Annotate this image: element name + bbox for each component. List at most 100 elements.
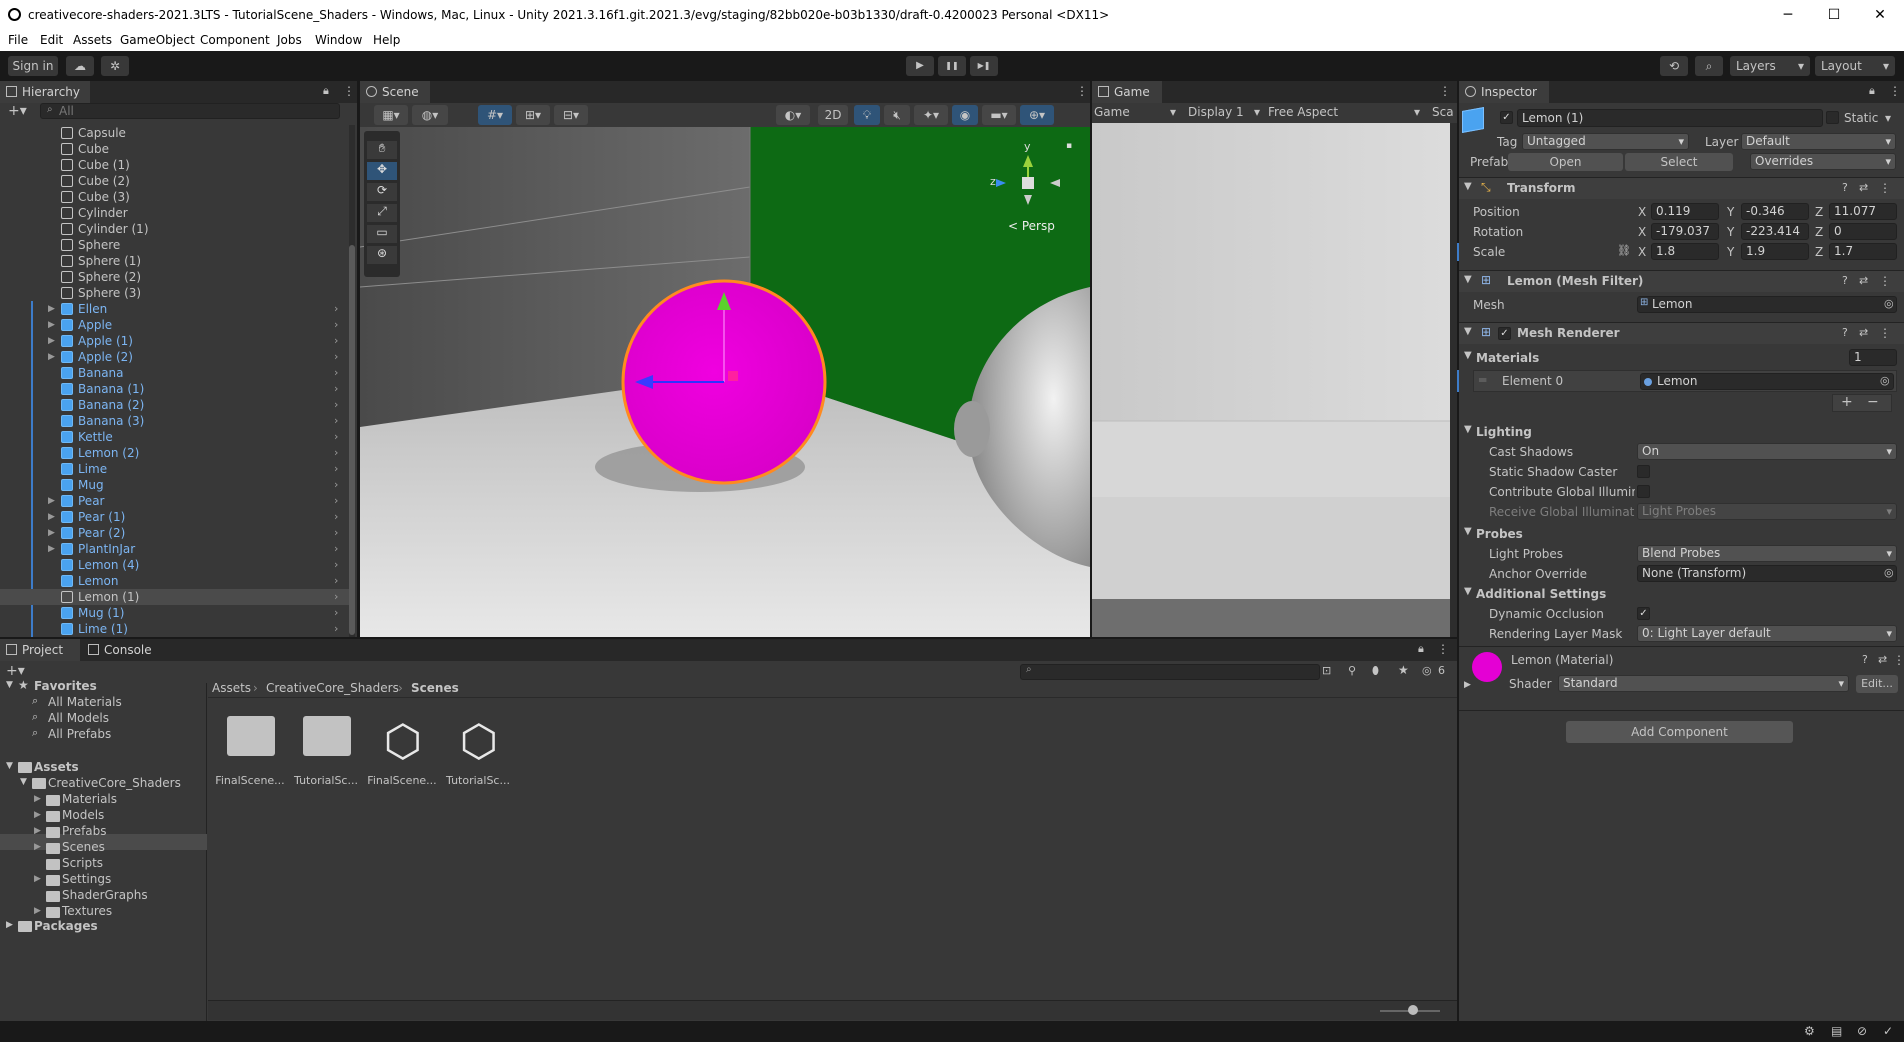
position-label[interactable]: Position [1473, 205, 1520, 219]
camera-orbit-icon[interactable]: ◐▾ [776, 105, 810, 125]
static-checkbox[interactable] [1826, 111, 1839, 124]
scale-y-label[interactable]: Y [1727, 245, 1734, 259]
open-prefab-chevron-icon[interactable]: › [334, 381, 338, 397]
expand-arrow-icon[interactable]: ▶ [48, 541, 55, 557]
prefab-overrides-dropdown[interactable]: Overrides [1750, 153, 1896, 170]
expand-arrow-icon[interactable]: ▶ [48, 349, 55, 365]
grid-icon[interactable]: ⊞▾ [516, 105, 550, 125]
creativecore-folder[interactable]: CreativeCore_Shaders [48, 776, 181, 790]
menu-gameobject[interactable]: GameObject [120, 33, 195, 47]
project-folder-models[interactable]: Models [62, 808, 104, 822]
project-folder-scripts[interactable]: Scripts [62, 856, 103, 870]
expand-arrow-icon[interactable]: ▶ [48, 509, 55, 525]
hierarchy-item[interactable]: Cylinder [0, 205, 350, 221]
rotation-x-field[interactable]: -179.037 [1651, 223, 1719, 240]
hierarchy-item[interactable]: Cube (2) [0, 173, 350, 189]
object-picker-icon[interactable]: ◎ [1884, 297, 1894, 310]
rotation-label[interactable]: Rotation [1473, 225, 1523, 239]
rotate-tool-icon[interactable]: ⟳ [367, 183, 397, 201]
fav-all-materials[interactable]: All Materials [48, 695, 122, 709]
object-name-field[interactable]: Lemon (1) [1517, 109, 1823, 127]
hierarchy-item[interactable]: Lemon (1) › [0, 589, 350, 605]
more-icon[interactable]: ⋮ [1879, 181, 1891, 195]
hierarchy-item[interactable]: Sphere (3) [0, 285, 350, 301]
rotation-x-label[interactable]: X [1638, 225, 1646, 239]
hierarchy-item[interactable]: ▶ Pear (2) › [0, 525, 350, 541]
asset-item[interactable]: TutorialSc... [291, 712, 361, 792]
more-icon[interactable]: ⋮ [343, 84, 355, 98]
menu-jobs[interactable]: Jobs [277, 33, 302, 47]
collab-icon[interactable]: ✲ [101, 56, 129, 76]
mesh-renderer-enabled-checkbox[interactable]: ✓ [1498, 327, 1511, 340]
hierarchy-item[interactable]: Lemon (4) › [0, 557, 350, 573]
open-prefab-chevron-icon[interactable]: › [334, 349, 338, 365]
constrain-proportions-icon[interactable]: ⛓︎ [1617, 244, 1631, 257]
add-element-button[interactable]: + [1841, 394, 1853, 410]
hierarchy-item[interactable]: Sphere (1) [0, 253, 350, 269]
material-foldout-icon[interactable]: ▶ [1464, 680, 1471, 690]
hierarchy-item[interactable]: Banana › [0, 365, 350, 381]
static-shadow-caster-checkbox[interactable] [1637, 465, 1650, 478]
hierarchy-scrollbar[interactable] [349, 125, 355, 637]
mesh-renderer-header[interactable]: ▼ ⊞ ✓ Mesh Renderer ? ⇄ ⋮ [1459, 322, 1904, 344]
aspect-dropdown[interactable]: Free Aspect ▾ [1268, 105, 1422, 119]
perspective-label[interactable]: < Persp [1008, 219, 1055, 233]
preset-icon[interactable]: ⇄ [1878, 653, 1887, 666]
scale-label[interactable]: Scale [1473, 245, 1505, 259]
scene-viewport[interactable]: y z < Persp ▪ ✋︎ ✥ ⟳ ⤢ ▭ ⊛ [360, 127, 1090, 637]
lighting-foldout-icon[interactable]: ▼ [1464, 424, 1472, 435]
additional-settings-label[interactable]: Additional Settings [1476, 587, 1606, 601]
game-scrollbar[interactable] [1450, 123, 1457, 637]
creativecore-foldout-icon[interactable]: ▼ [20, 777, 27, 787]
menu-assets[interactable]: Assets [73, 33, 112, 47]
hierarchy-item[interactable]: Mug › [0, 477, 350, 493]
gizmos-icon[interactable]: ⊕▾ [1020, 105, 1054, 125]
tab-inspector[interactable]: Inspector [1459, 81, 1549, 103]
dynamic-occlusion-checkbox[interactable]: ✓ [1637, 607, 1650, 620]
contribute-gi-checkbox[interactable] [1637, 485, 1650, 498]
increment-snap-icon[interactable]: ⊟▾ [554, 105, 588, 125]
anchor-override-field[interactable]: None (Transform) [1637, 565, 1897, 582]
project-folder-materials[interactable]: Materials [62, 792, 117, 806]
open-prefab-chevron-icon[interactable]: › [334, 461, 338, 477]
tab-console[interactable]: Console [82, 639, 162, 661]
open-prefab-chevron-icon[interactable]: › [334, 493, 338, 509]
prefab-select-button[interactable]: Select [1625, 153, 1733, 171]
preset-icon[interactable]: ⇄ [1859, 274, 1868, 287]
packages-foldout-icon[interactable]: ▶ [6, 920, 13, 930]
open-prefab-chevron-icon[interactable]: › [334, 525, 338, 541]
search-mode-icon[interactable]: ⊡ [1322, 664, 1331, 677]
prefab-open-button[interactable]: Open [1508, 153, 1623, 171]
hierarchy-item[interactable]: Banana (2) › [0, 397, 350, 413]
scale-slider-label[interactable]: Sca [1432, 105, 1454, 119]
expand-arrow-icon[interactable]: ▶ [48, 317, 55, 333]
open-prefab-chevron-icon[interactable]: › [334, 397, 338, 413]
scale-tool-icon[interactable]: ⤢ [367, 204, 397, 222]
assets-foldout-icon[interactable]: ▼ [6, 761, 13, 771]
object-picker-icon[interactable]: ◎ [1884, 566, 1894, 579]
scale-z-field[interactable]: 1.7 [1829, 243, 1897, 260]
preset-icon[interactable]: ⇄ [1859, 326, 1868, 339]
open-prefab-chevron-icon[interactable]: › [334, 301, 338, 317]
menu-component[interactable]: Component [200, 33, 270, 47]
folder-expand-icon[interactable]: ▶ [34, 906, 41, 916]
more-icon[interactable]: ⋮ [1889, 84, 1901, 98]
foldout-icon[interactable]: ▼ [1464, 326, 1472, 337]
mesh-field[interactable]: Lemon [1637, 296, 1897, 313]
position-x-field[interactable]: 0.119 [1651, 203, 1719, 220]
project-folder-textures[interactable]: Textures [62, 904, 112, 918]
hierarchy-item[interactable]: Cube (3) [0, 189, 350, 205]
open-prefab-chevron-icon[interactable]: › [334, 317, 338, 333]
hierarchy-item[interactable]: ▶ Ellen › [0, 301, 350, 317]
layer-dropdown[interactable]: Default [1741, 133, 1896, 150]
scale-z-label[interactable]: Z [1815, 245, 1823, 259]
project-search-input[interactable] [1020, 664, 1320, 680]
probes-label[interactable]: Probes [1476, 527, 1523, 541]
hierarchy-item[interactable]: Banana (3) › [0, 413, 350, 429]
open-prefab-chevron-icon[interactable]: › [334, 509, 338, 525]
hierarchy-item[interactable]: Cylinder (1) [0, 221, 350, 237]
menu-window[interactable]: Window [315, 33, 362, 47]
menu-file[interactable]: File [8, 33, 28, 47]
layers-dropdown[interactable]: Layers ▾ [1730, 56, 1810, 76]
packages-folder[interactable]: Packages [34, 919, 98, 933]
